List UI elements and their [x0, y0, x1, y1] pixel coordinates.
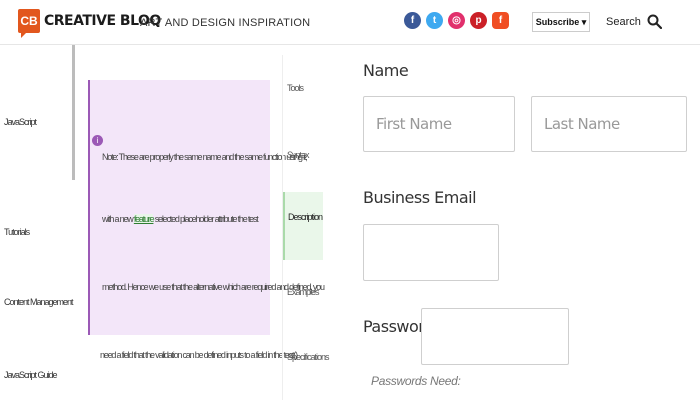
facebook-icon[interactable]: f — [404, 12, 421, 29]
password-hint: Passwords Need: — [371, 374, 461, 388]
search-icon — [647, 14, 662, 29]
note-text-line: Note: These are properly the same name a… — [102, 152, 308, 162]
password-field[interactable] — [421, 308, 569, 365]
section-nav: Tools Syntax Description Examples Specif… — [282, 55, 330, 400]
note-text-line: with a new feature selected placeholder … — [102, 214, 259, 224]
social-links: f t ◎ p f — [404, 12, 509, 29]
search-button[interactable]: Search — [606, 14, 662, 29]
business-email-field[interactable] — [363, 224, 499, 281]
twitter-icon[interactable]: t — [426, 12, 443, 29]
subscribe-dropdown[interactable]: Subscribe ▾ — [532, 12, 590, 32]
section-nav-item-active[interactable]: Description — [283, 192, 323, 260]
search-label: Search — [606, 15, 641, 28]
section-nav-item[interactable]: Tools — [287, 83, 304, 93]
info-icon: i — [92, 135, 103, 146]
business-email-label: Business Email — [363, 188, 477, 207]
instagram-icon[interactable]: ◎ — [448, 12, 465, 29]
site-header: CB CREATIVE BLOQ ART AND DESIGN INSPIRAT… — [0, 0, 700, 45]
pinterest-icon[interactable]: p — [470, 12, 487, 29]
left-nav-item[interactable]: JavaScript Guide — [4, 370, 58, 380]
logo-badge: CB — [18, 9, 40, 38]
flipboard-icon[interactable]: f — [492, 12, 509, 29]
note-callout: i Note: These are properly the same name… — [88, 80, 325, 335]
left-nav-item[interactable]: Content Management — [4, 297, 74, 307]
section-nav-item[interactable]: Syntax — [287, 150, 309, 160]
scrollbar[interactable] — [72, 45, 75, 180]
first-name-field[interactable]: First Name — [363, 96, 515, 152]
body-text-line: need a field that the validation can be … — [100, 350, 298, 360]
note-text: selected placeholder attribute the test — [153, 214, 259, 224]
name-label: Name — [363, 61, 409, 80]
note-text: with a new — [102, 214, 134, 224]
left-sidebar: JavaScript Tutorials Content Management … — [0, 45, 74, 400]
left-nav-item[interactable]: JavaScript — [4, 117, 37, 127]
site-tagline: ART AND DESIGN INSPIRATION — [140, 17, 311, 29]
section-nav-item[interactable]: Specifications — [287, 352, 330, 362]
note-link[interactable]: feature — [133, 214, 155, 224]
section-nav-item[interactable]: Examples — [287, 287, 320, 297]
left-nav-item[interactable]: Tutorials — [4, 227, 30, 237]
last-name-field[interactable]: Last Name — [531, 96, 687, 152]
